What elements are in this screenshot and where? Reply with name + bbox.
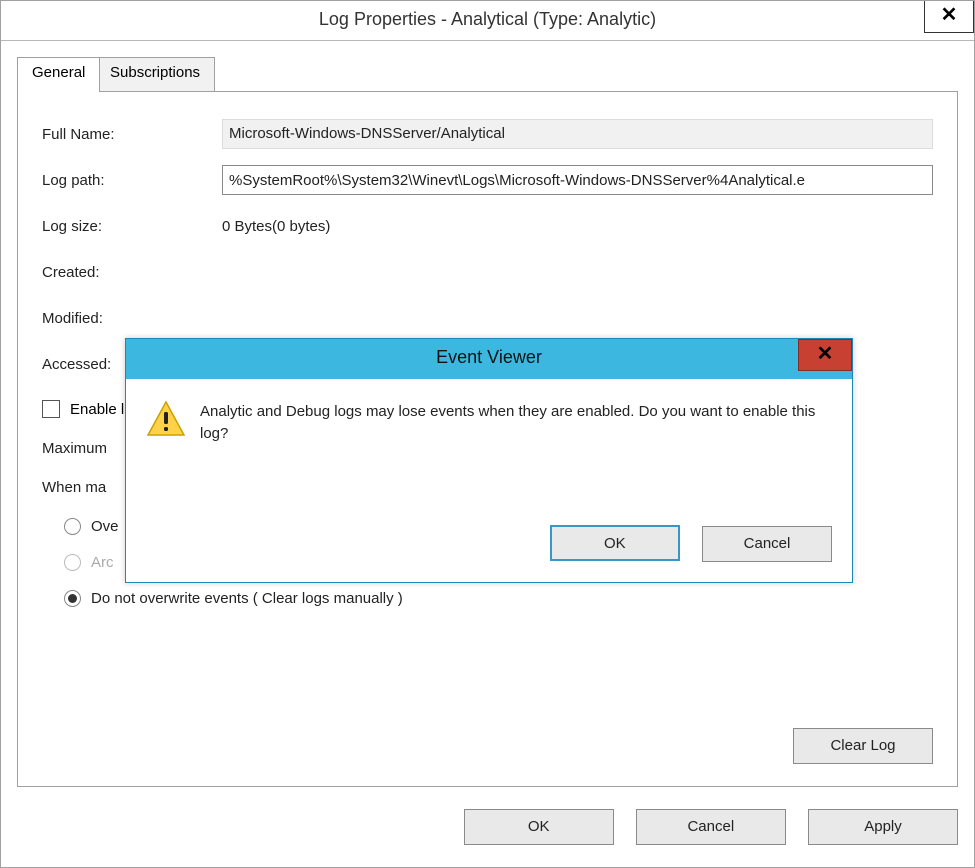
radio-overwrite[interactable] (64, 518, 81, 535)
tab-general-label: General (32, 64, 85, 81)
log-size-label: Log size: (42, 218, 222, 235)
tab-strip: General Subscriptions (17, 57, 958, 91)
event-viewer-dialog: Event Viewer ✕ Analytic and Debug logs m… (125, 338, 853, 583)
titlebar: Log Properties - Analytical (Type: Analy… (1, 1, 974, 41)
full-name-label: Full Name: (42, 126, 222, 143)
dialog-close-button[interactable]: ✕ (798, 339, 852, 371)
created-label: Created: (42, 264, 222, 281)
window-title: Log Properties - Analytical (Type: Analy… (319, 9, 656, 30)
modified-label: Modified: (42, 310, 222, 327)
clear-log-label: Clear Log (830, 737, 895, 754)
ok-button[interactable]: OK (464, 809, 614, 845)
apply-button[interactable]: Apply (808, 809, 958, 845)
log-path-input[interactable] (222, 165, 933, 195)
dialog-title: Event Viewer (436, 347, 542, 368)
tab-subscriptions[interactable]: Subscriptions (95, 57, 215, 91)
log-size-value: 0 Bytes(0 bytes) (222, 218, 933, 235)
enable-logging-checkbox[interactable] (42, 400, 60, 418)
radio-overwrite-label: Ove (91, 518, 119, 535)
dialog-titlebar: Event Viewer ✕ (126, 339, 852, 379)
when-max-label: When ma (42, 479, 106, 496)
tab-general[interactable]: General (17, 57, 100, 92)
radio-archive-label: Arc (91, 554, 114, 571)
full-name-value: Microsoft-Windows-DNSServer/Analytical (222, 119, 933, 149)
ok-button-label: OK (528, 818, 550, 835)
enable-logging-label: Enable l (70, 401, 124, 418)
dialog-cancel-label: Cancel (744, 535, 791, 552)
dialog-body: Analytic and Debug logs may lose events … (126, 379, 852, 445)
log-path-label: Log path: (42, 172, 222, 189)
cancel-button-label: Cancel (687, 818, 734, 835)
full-name-row: Full Name: Microsoft-Windows-DNSServer/A… (42, 116, 933, 152)
log-properties-window: Log Properties - Analytical (Type: Analy… (0, 0, 975, 868)
clear-log-button[interactable]: Clear Log (793, 728, 933, 764)
dialog-message: Analytic and Debug logs may lose events … (200, 399, 832, 445)
clear-log-wrap: Clear Log (793, 728, 933, 764)
close-icon: ✕ (817, 343, 834, 365)
max-size-label: Maximum (42, 440, 107, 457)
window-close-button[interactable]: ✕ (924, 1, 974, 33)
log-size-row: Log size: 0 Bytes(0 bytes) (42, 208, 933, 244)
dialog-ok-label: OK (604, 535, 626, 552)
dialog-cancel-button[interactable]: Cancel (702, 526, 832, 562)
bottom-button-bar: OK Cancel Apply (17, 809, 958, 845)
warning-icon (146, 399, 186, 439)
modified-row: Modified: (42, 300, 933, 336)
close-icon: ✕ (941, 4, 958, 26)
log-path-row: Log path: (42, 162, 933, 198)
apply-button-label: Apply (864, 818, 902, 835)
dialog-button-row: OK Cancel (532, 525, 832, 562)
radio-no-overwrite-row: Do not overwrite events ( Clear logs man… (64, 580, 933, 616)
cancel-button[interactable]: Cancel (636, 809, 786, 845)
dialog-ok-button[interactable]: OK (550, 525, 680, 561)
radio-archive[interactable] (64, 554, 81, 571)
radio-no-overwrite[interactable] (64, 590, 81, 607)
created-row: Created: (42, 254, 933, 290)
tab-subscriptions-label: Subscriptions (110, 64, 200, 81)
radio-no-overwrite-label: Do not overwrite events ( Clear logs man… (91, 590, 403, 607)
